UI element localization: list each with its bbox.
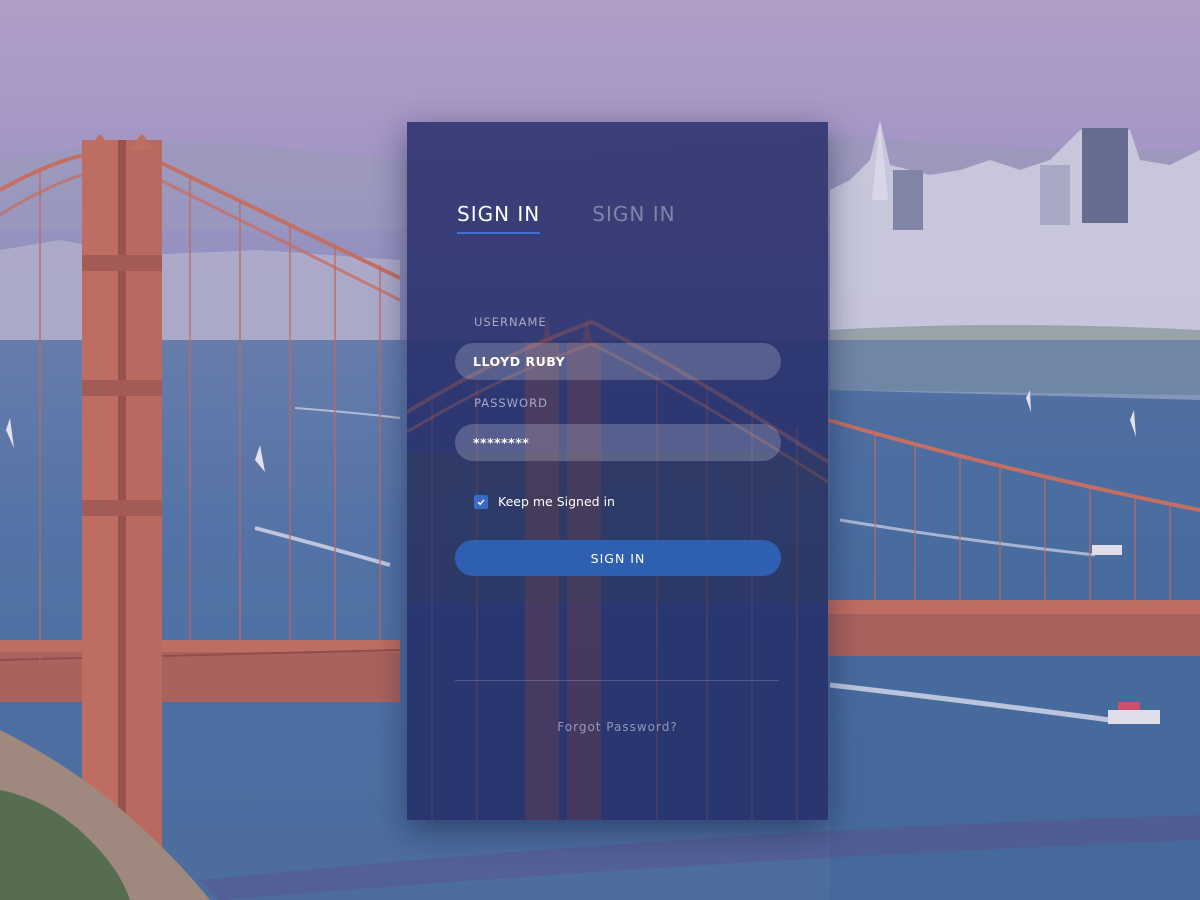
username-label: USERNAME <box>474 315 547 329</box>
username-value: LLOYD RUBY <box>473 354 566 369</box>
keep-signed-in-checkbox[interactable] <box>474 494 488 509</box>
username-field[interactable]: LLOYD RUBY <box>455 343 781 380</box>
sign-in-button-label: SIGN IN <box>590 550 646 566</box>
password-field[interactable]: ******** <box>455 424 781 461</box>
sign-in-button[interactable]: SIGN IN <box>455 540 781 576</box>
tab-bar: SIGN IN SIGN IN <box>457 202 676 234</box>
divider <box>455 680 779 681</box>
check-icon <box>477 498 485 505</box>
keep-signed-in-option[interactable]: Keep me Signed in <box>474 494 615 509</box>
keep-signed-in-label: Keep me Signed in <box>498 494 615 509</box>
background-scene: SIGN IN SIGN IN USERNAME LLOYD RUBY PASS… <box>0 0 1200 900</box>
password-label: PASSWORD <box>474 396 548 410</box>
forgot-password-link[interactable]: Forgot Password? <box>407 720 828 734</box>
password-value: ******** <box>473 435 530 450</box>
tab-sign-in-inactive[interactable]: SIGN IN <box>592 202 675 234</box>
login-card: SIGN IN SIGN IN USERNAME LLOYD RUBY PASS… <box>407 122 828 820</box>
tab-sign-in-active[interactable]: SIGN IN <box>457 202 541 234</box>
